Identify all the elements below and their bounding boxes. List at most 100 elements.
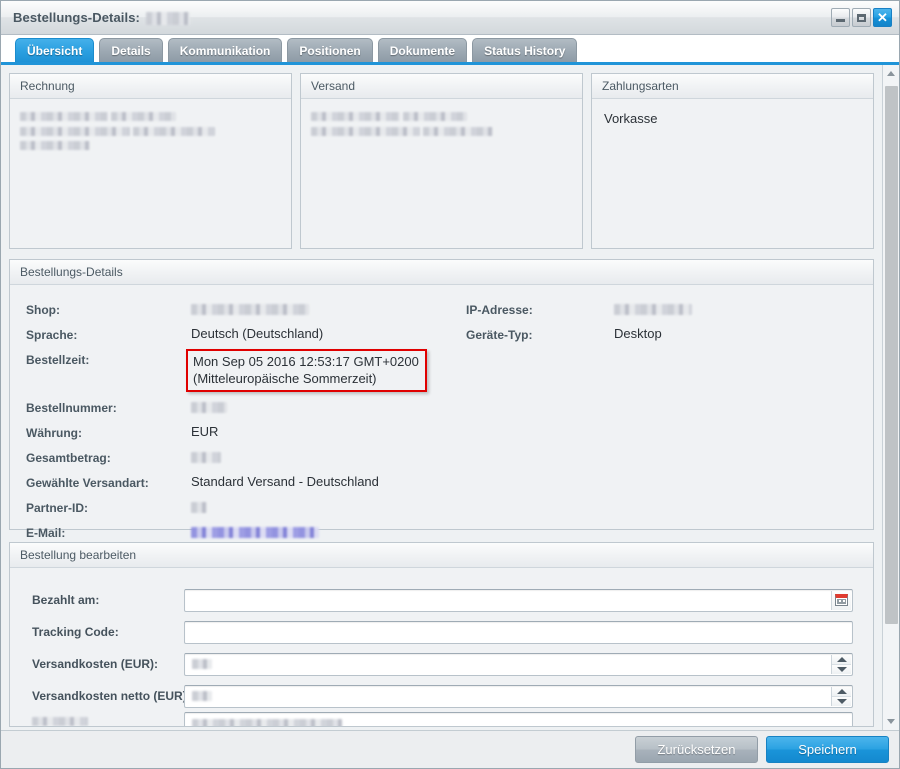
stepper-up-button[interactable] — [832, 686, 851, 696]
panel-versand: Versand — [300, 73, 583, 249]
redacted-value — [614, 304, 692, 316]
window-title-redacted-value — [145, 12, 190, 26]
reset-button[interactable]: Zurücksetzen — [635, 736, 758, 763]
redacted-address-line — [20, 140, 90, 150]
detail-value-partner-id — [191, 497, 207, 515]
detail-value-bestellnummer — [191, 397, 227, 415]
minimize-button[interactable] — [831, 8, 850, 27]
redacted-address-line — [423, 126, 494, 136]
detail-value-sprache: Deutsch (Deutschland) — [191, 326, 324, 341]
versandkosten-netto-input[interactable] — [184, 684, 853, 708]
redacted-value — [191, 502, 207, 514]
detail-label-sprache: Sprache: — [26, 328, 78, 342]
calendar-icon — [835, 594, 848, 606]
save-button[interactable]: Speichern — [766, 736, 889, 763]
detail-label-email: E-Mail: — [26, 526, 66, 540]
chevron-up-icon — [836, 656, 847, 662]
redacted-address-line — [20, 112, 108, 122]
window-controls: ✕ — [831, 8, 895, 27]
details-right-column: IP-Adresse: Geräte-Typ: Desktop — [456, 299, 873, 529]
detail-row-gesamtbetrag: Gesamtbetrag: — [26, 447, 456, 472]
window-title: Bestellungs-Details: — [13, 10, 190, 26]
detail-row-waehrung: Währung: EUR — [26, 422, 456, 447]
detail-label-waehrung: Währung: — [26, 426, 82, 440]
maximize-icon — [857, 13, 866, 22]
stepper-down-button[interactable] — [832, 663, 851, 674]
panel-bestellungs-details-body: Shop: Sprache: Deutsch (Deutschland) Bes… — [10, 285, 873, 540]
bezahlt-am-input[interactable] — [184, 588, 853, 612]
scroll-down-arrow-icon — [887, 719, 895, 724]
chevron-up-icon — [836, 688, 847, 694]
panel-versand-title: Versand — [301, 74, 582, 99]
redacted-address-line — [311, 126, 420, 136]
detail-row-sprache: Sprache: Deutsch (Deutschland) — [26, 324, 456, 349]
vertical-scrollbar[interactable] — [882, 65, 899, 730]
form-row-tracking-code: Tracking Code: — [10, 616, 873, 648]
tab-dokumente[interactable]: Dokumente — [377, 38, 468, 62]
detail-label-shop: Shop: — [26, 303, 60, 317]
bestellzeit-line-1: Mon Sep 05 2016 12:53:17 GMT+0200 — [193, 354, 419, 369]
content-scroll-viewport: Rechnung Versand Zahlungsarten Vorkasse … — [1, 65, 899, 730]
form-row-clipped — [10, 712, 873, 726]
redacted-address-line — [111, 112, 177, 122]
versandkosten-netto-stepper[interactable] — [831, 686, 851, 706]
versandkosten-stepper[interactable] — [831, 654, 851, 674]
panel-rechnung: Rechnung — [9, 73, 292, 249]
detail-value-versandart: Standard Versand - Deutschland — [191, 474, 379, 489]
redacted-label — [32, 717, 88, 726]
tab-kommunikation[interactable]: Kommunikation — [167, 38, 283, 62]
detail-label-ip-adresse: IP-Adresse: — [466, 303, 533, 317]
panel-zahlungsarten-title: Zahlungsarten — [592, 74, 873, 99]
address-panel-row: Rechnung Versand Zahlungsarten Vorkasse — [9, 73, 874, 249]
scrollbar-thumb[interactable] — [884, 86, 898, 624]
redacted-address-line — [403, 112, 468, 122]
redacted-value — [192, 659, 212, 669]
redacted-value — [192, 691, 212, 701]
tab-status-history[interactable]: Status History — [472, 38, 578, 62]
panel-zahlungsarten: Zahlungsarten Vorkasse — [591, 73, 874, 249]
tab-positionen[interactable]: Positionen — [287, 38, 373, 62]
bestellzeit-line-2: (Mitteleuropäische Sommerzeit) — [193, 371, 377, 386]
detail-value-email[interactable] — [191, 522, 319, 540]
panel-rechnung-title: Rechnung — [10, 74, 291, 99]
panel-bestellungs-details-title: Bestellungs-Details — [10, 260, 873, 285]
detail-label-bestellnummer: Bestellnummer: — [26, 401, 117, 415]
scroll-up-button[interactable] — [883, 65, 900, 82]
bestellzeit-highlight-box: Mon Sep 05 2016 12:53:17 GMT+0200 (Mittel… — [186, 349, 427, 392]
detail-row-bestellzeit: Bestellzeit: Mon Sep 05 2016 12:53:17 GM… — [26, 349, 456, 397]
form-label-versandkosten: Versandkosten (EUR): — [32, 657, 159, 671]
stepper-down-button[interactable] — [832, 695, 851, 706]
scroll-up-arrow-icon — [887, 71, 895, 76]
redacted-value — [192, 719, 342, 726]
datepicker-trigger[interactable] — [831, 590, 851, 610]
versandkosten-input[interactable] — [184, 652, 853, 676]
close-button[interactable]: ✕ — [873, 8, 892, 27]
panel-zahlungsarten-body: Vorkasse — [592, 99, 873, 138]
tab-details[interactable]: Details — [99, 38, 163, 62]
tab-uebersicht[interactable]: Übersicht — [15, 38, 95, 62]
detail-row-partner-id: Partner-ID: — [26, 497, 456, 522]
redacted-value — [191, 402, 227, 414]
detail-value-geraete-typ: Desktop — [614, 326, 662, 341]
detail-label-partner-id: Partner-ID: — [26, 501, 89, 515]
details-left-column: Shop: Sprache: Deutsch (Deutschland) Bes… — [10, 299, 456, 540]
detail-row-ip-adresse: IP-Adresse: — [466, 299, 873, 324]
dialog-footer-toolbar: Zurücksetzen Speichern — [1, 730, 899, 768]
detail-row-shop: Shop: — [26, 299, 456, 324]
form-label-tracking-code: Tracking Code: — [32, 625, 119, 639]
detail-value-shop — [191, 299, 309, 317]
scroll-down-button[interactable] — [883, 713, 900, 730]
detail-row-versandart: Gewählte Versandart: Standard Versand - … — [26, 472, 456, 497]
detail-value-bestellzeit: Mon Sep 05 2016 12:53:17 GMT+0200 (Mittel… — [186, 349, 427, 392]
form-row-versandkosten: Versandkosten (EUR): — [10, 648, 873, 680]
redacted-address-line — [20, 126, 130, 136]
clipped-input[interactable] — [184, 712, 853, 726]
stepper-up-button[interactable] — [832, 654, 851, 664]
scrollbar-track[interactable] — [883, 82, 900, 713]
tracking-code-input[interactable] — [184, 620, 853, 644]
maximize-button[interactable] — [852, 8, 871, 27]
form-row-bezahlt-am: Bezahlt am: — [10, 584, 873, 616]
redacted-value — [191, 452, 221, 464]
detail-label-bestellzeit: Bestellzeit: — [26, 353, 90, 367]
close-icon: ✕ — [877, 10, 888, 25]
